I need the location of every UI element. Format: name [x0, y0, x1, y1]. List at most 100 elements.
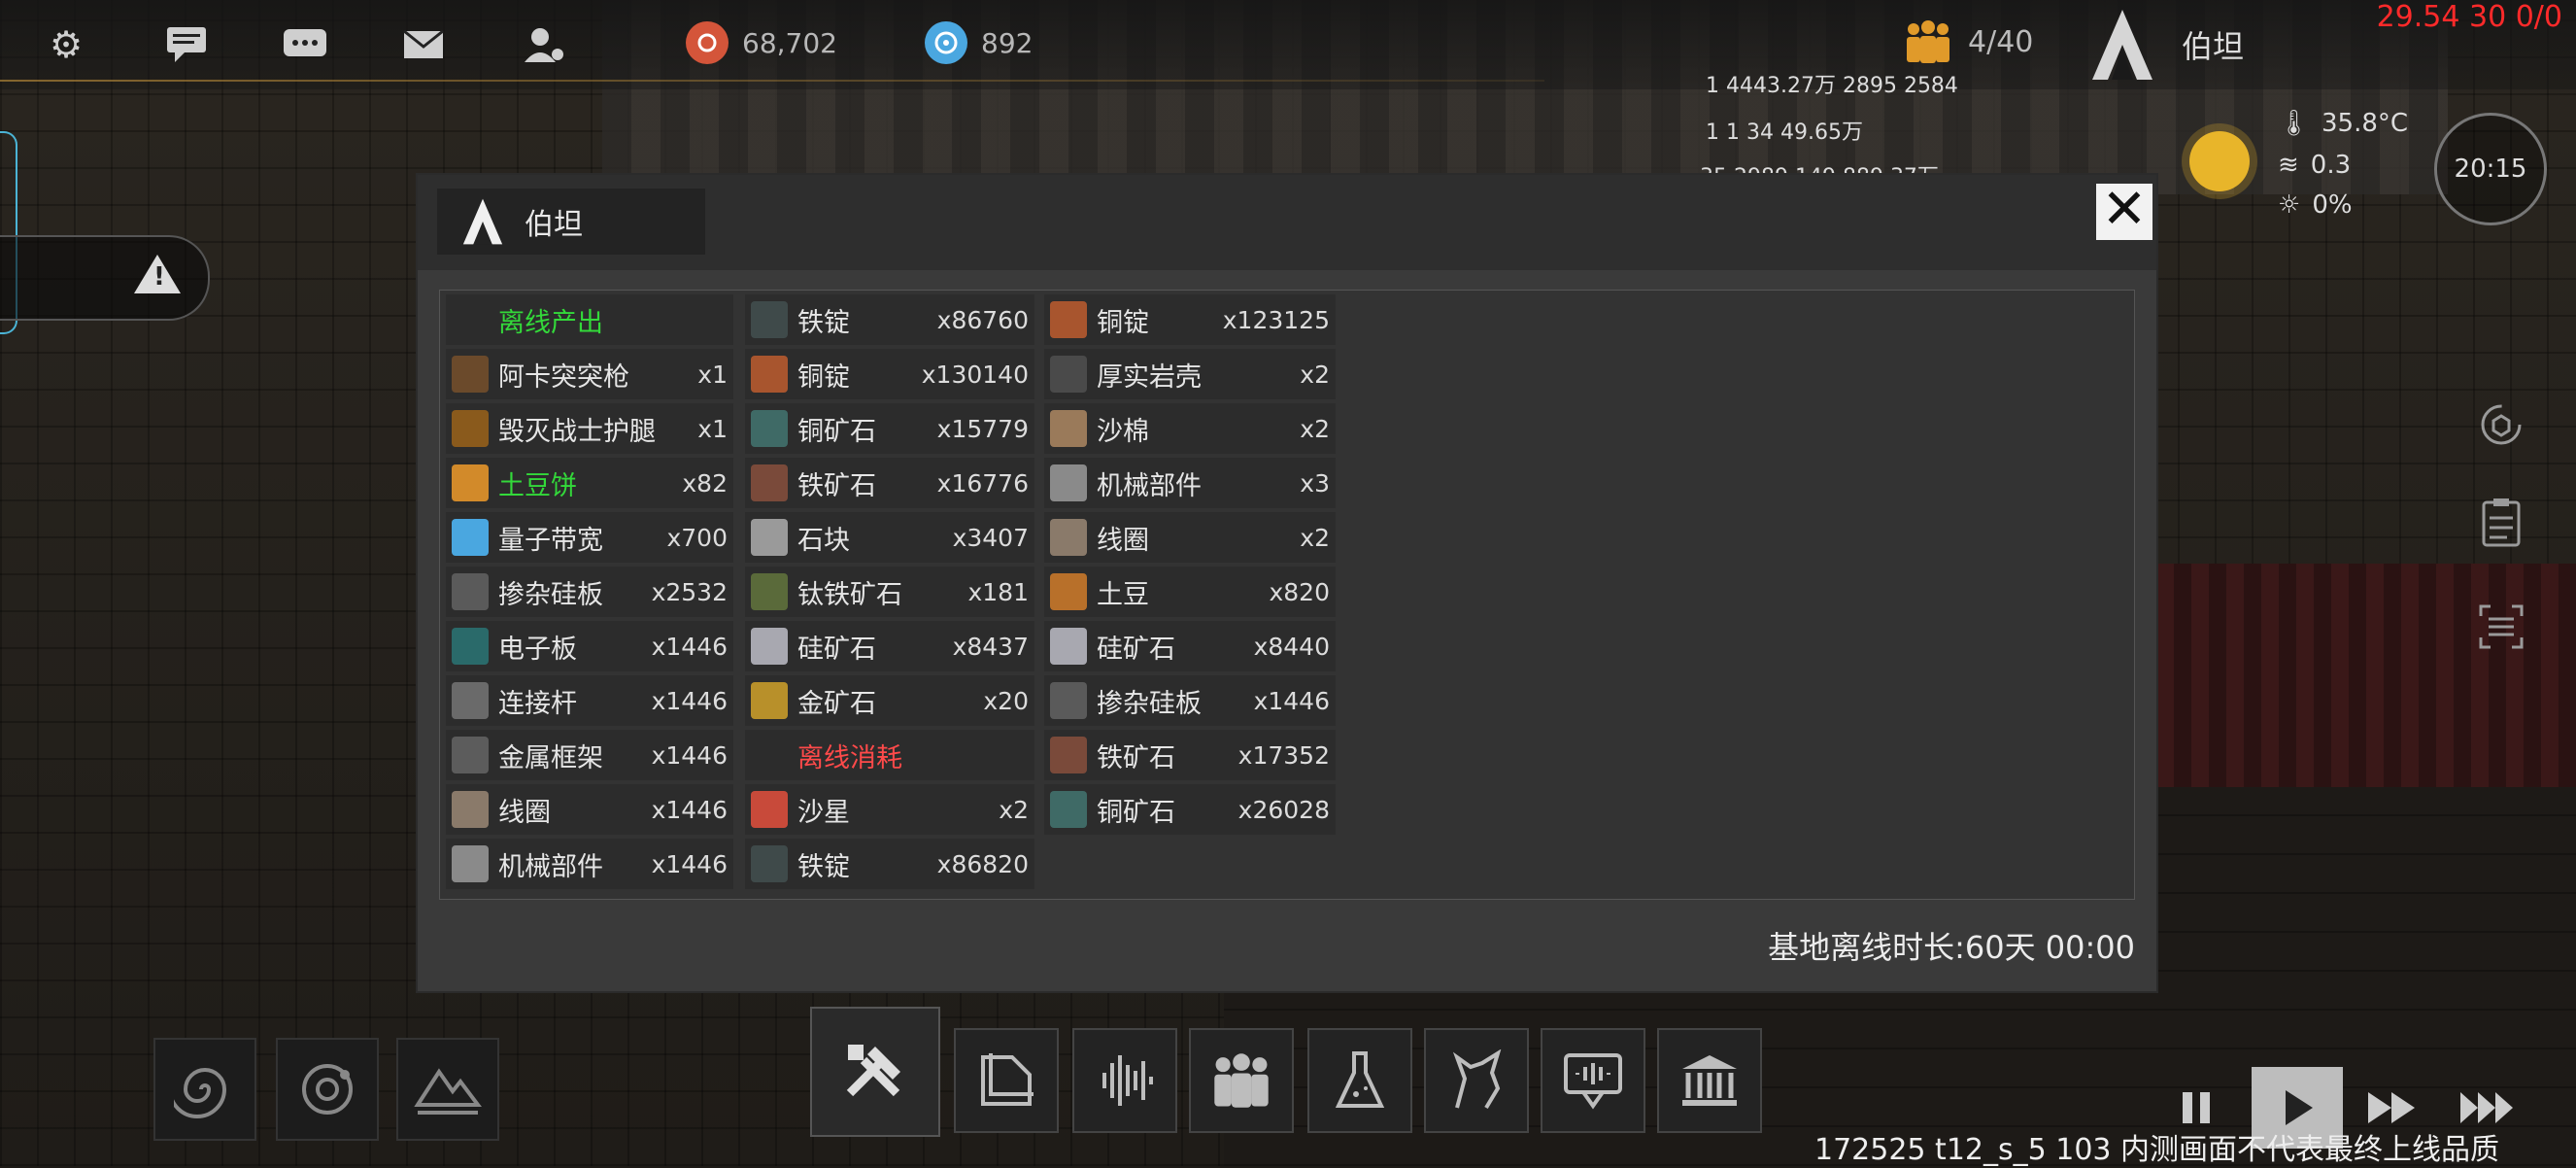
audio-wave-icon[interactable] [1072, 1028, 1177, 1133]
rain: ☼ 0% [2278, 190, 2353, 220]
museum-icon[interactable] [1657, 1028, 1762, 1133]
crop-field [2156, 564, 2576, 787]
item-quantity: x17352 [1237, 740, 1330, 770]
gear-icon[interactable]: ⚙ [43, 23, 89, 66]
message-icon[interactable] [282, 23, 328, 66]
item-cell: 土豆 x820 [1044, 567, 1336, 617]
stone-icon [751, 519, 788, 556]
item-quantity: x1446 [651, 849, 728, 878]
population-value: 4/40 [1968, 24, 2034, 59]
iron-ingot-icon [751, 845, 788, 882]
scan-icon[interactable] [2477, 602, 2525, 651]
item-cell: 机械部件 x1446 [446, 839, 733, 889]
temperature: 🌡 35.8°C [2278, 109, 2408, 138]
rotate-cube-icon[interactable] [2477, 400, 2525, 449]
item-quantity: x181 [967, 577, 1029, 606]
rock-shell-icon [1050, 356, 1087, 393]
research-flask-icon[interactable] [1307, 1028, 1412, 1133]
dialogue-icon[interactable] [1541, 1028, 1645, 1133]
offline-duration: 基地离线时长:60天 00:00 [1768, 929, 2135, 966]
item-quantity: x26028 [1237, 795, 1330, 824]
item-cell: 硅矿石 x8437 [745, 621, 1034, 671]
item-quantity: x2532 [651, 577, 728, 606]
item-name: 土豆 [1097, 579, 1149, 610]
item-cell: 掺杂硅板 x2532 [446, 567, 733, 617]
item-name: 铁锭 [797, 851, 850, 882]
quantum-value: 892 [981, 26, 1034, 59]
silicon-ore-icon [1050, 628, 1087, 665]
item-cell: 铁矿石 x16776 [745, 458, 1034, 508]
sun-icon [2189, 131, 2250, 191]
silicon-plate-icon [452, 573, 489, 610]
close-button[interactable]: ✕ [2096, 183, 2152, 240]
silicon-ore-icon [751, 628, 788, 665]
section-header-consume: 离线消耗 [745, 730, 1034, 780]
animal-icon[interactable] [1424, 1028, 1529, 1133]
item-name: 金矿石 [797, 688, 876, 719]
planet-icon[interactable] [276, 1038, 379, 1141]
item-quantity: x3407 [952, 523, 1029, 552]
mail-icon[interactable] [400, 23, 447, 66]
wind-icon: ≋ [2278, 151, 2299, 180]
item-quantity: x2 [1300, 360, 1330, 389]
item-name: 硅矿石 [1097, 634, 1175, 665]
galaxy-icon[interactable] [153, 1038, 256, 1141]
resource-quantum[interactable]: 892 [925, 21, 1033, 64]
circuit-board-icon [452, 628, 489, 665]
item-name: 硅矿石 [797, 634, 876, 665]
clock-value: 20:15 [2454, 155, 2527, 184]
item-cell: 石块 x3407 [745, 512, 1034, 563]
top-bar-divider [0, 80, 1544, 82]
item-name: 线圈 [1097, 525, 1149, 556]
item-name: 离线消耗 [797, 742, 902, 773]
item-cell: 铁锭 x86820 [745, 839, 1034, 889]
user-settings-icon[interactable] [521, 23, 567, 66]
item-quantity: x1446 [651, 686, 728, 715]
item-cell: 掺杂硅板 x1446 [1044, 675, 1336, 726]
item-cell: 铜矿石 x15779 [745, 403, 1034, 454]
warning-icon[interactable]: ! [134, 255, 181, 293]
item-cell: 线圈 x2 [1044, 512, 1336, 563]
chat-icon[interactable] [163, 23, 210, 66]
item-cell: 阿卡突突枪 x1 [446, 349, 733, 399]
blueprint-icon[interactable] [954, 1028, 1059, 1133]
copper-ore-icon [1050, 791, 1087, 828]
game-clock[interactable]: 20:15 [2434, 113, 2547, 225]
colony-logo-icon [462, 198, 503, 245]
mountain-icon[interactable] [396, 1038, 499, 1141]
item-name: 铁矿石 [797, 470, 876, 501]
coil-icon [452, 791, 489, 828]
quantum-icon [925, 21, 967, 64]
colonists-icon[interactable] [1189, 1028, 1294, 1133]
build-tools-icon[interactable] [810, 1007, 940, 1137]
item-name: 铜矿石 [797, 416, 876, 447]
resource-coin[interactable]: 68,702 [686, 21, 837, 64]
item-cell: 铜矿石 x26028 [1044, 784, 1336, 835]
item-quantity: x1446 [651, 795, 728, 824]
wind-value: 0.3 [2310, 151, 2352, 180]
item-cell: 铁锭 x86760 [745, 294, 1034, 345]
gold-ore-icon [751, 682, 788, 719]
machine-part-icon [452, 845, 489, 882]
item-name: 线圈 [498, 797, 551, 828]
item-cell: 沙棉 x2 [1044, 403, 1336, 454]
item-cell: 沙星 x2 [745, 784, 1034, 835]
item-name: 机械部件 [1097, 470, 1202, 501]
item-quantity: x2 [999, 795, 1029, 824]
rain-value: 0% [2312, 190, 2353, 220]
item-name: 金属框架 [498, 742, 603, 773]
item-quantity: x8437 [952, 632, 1029, 661]
clipboard-icon[interactable] [2477, 498, 2525, 547]
overlay-line-1: 1 4443.27万 2895 2584 [1706, 74, 1958, 98]
rain-sun-icon: ☼ [2278, 190, 2301, 220]
overlay-line-2: 1 1 34 49.65万 [1706, 120, 1863, 145]
iron-ore-icon [1050, 737, 1087, 773]
population-indicator[interactable]: 4/40 [1902, 19, 2033, 64]
offline-report-dialog: 伯坦 ✕ 离线产出 阿卡突突枪 x1 毁灭战士护腿 x1 土豆饼 x82 量子带宽 x700 掺杂… [418, 175, 2156, 991]
item-cell: 土豆饼 x82 [446, 458, 733, 508]
item-name: 机械部件 [498, 851, 603, 882]
item-quantity: x130140 [921, 360, 1029, 389]
item-quantity: x82 [682, 468, 728, 498]
leggings-icon [452, 410, 489, 447]
item-name: 铁矿石 [1097, 742, 1175, 773]
